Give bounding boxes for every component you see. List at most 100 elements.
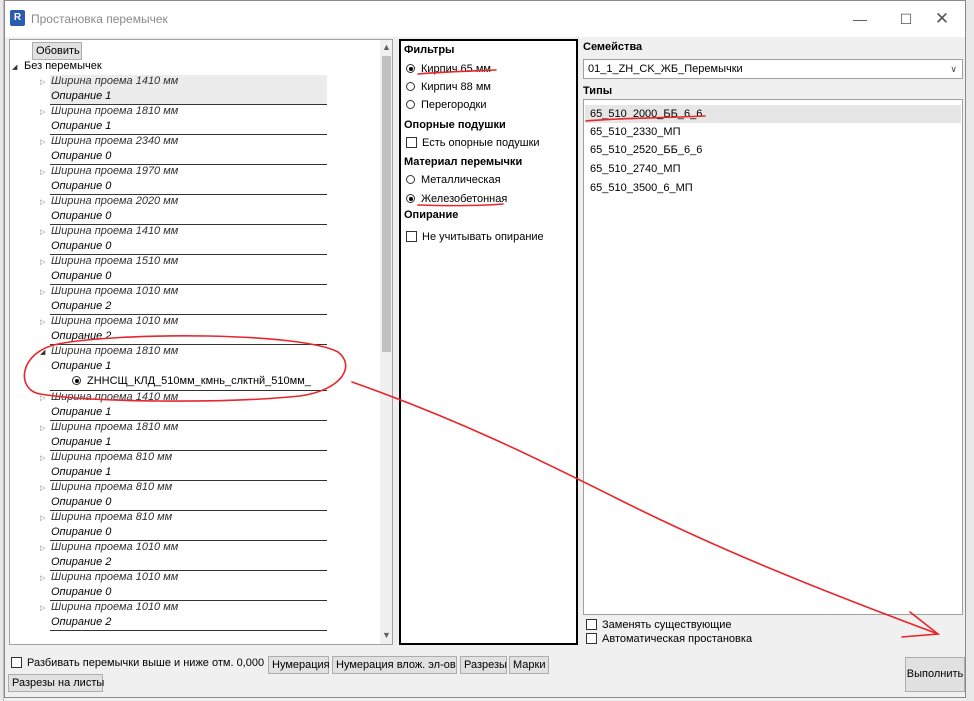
minimize-icon[interactable]: — — [837, 7, 883, 31]
lintel-family-item[interactable]: ZННСЩ_КЛД_510мм_кмнь_слктнй_510мм_ — [72, 375, 311, 387]
collapse-triangle-icon[interactable]: ◢ — [40, 348, 45, 356]
scroll-down-arrow-icon[interactable]: ▼ — [380, 630, 392, 640]
type-item[interactable]: 65_510_2740_МП — [585, 160, 961, 178]
tree-item[interactable]: ▷ Ширина проема 1010 мм Опирание 2 — [40, 541, 327, 571]
expand-triangle-icon[interactable]: ▷ — [40, 574, 45, 582]
tree-item[interactable]: ▷ Ширина проема 1010 мм Опирание 0 — [40, 571, 327, 601]
material-concrete[interactable]: Железобетонная — [406, 193, 507, 205]
checkbox-icon[interactable] — [406, 137, 417, 148]
radio-icon[interactable] — [406, 100, 415, 109]
checkbox-icon[interactable] — [11, 657, 22, 668]
filter-brick-65[interactable]: Кирпич 65 мм — [406, 63, 491, 75]
opening-width-label: Ширина проема 1510 мм — [51, 255, 179, 267]
support-label: Опирание 0 — [51, 180, 112, 192]
tree-item[interactable]: ▷ Ширина проема 2020 мм Опирание 0 — [40, 195, 327, 225]
expand-triangle-icon[interactable]: ▷ — [40, 424, 45, 432]
tree-item[interactable]: ▷ Ширина проема 1410 мм Опирание 1 — [40, 75, 327, 105]
type-item[interactable]: 65_510_3500_6_МП — [585, 179, 961, 197]
support-label: Опирание 0 — [51, 150, 112, 162]
tree-item[interactable]: ▷ Ширина проема 1970 мм Опирание 0 — [40, 165, 327, 195]
support-label: Опирание 0 — [51, 210, 112, 222]
support-label: Опирание 2 — [51, 330, 112, 342]
tree-root[interactable]: ◢ Без перемычек — [12, 60, 102, 74]
scroll-up-arrow-icon[interactable]: ▲ — [380, 42, 392, 52]
support-label: Опирание 1 — [51, 466, 112, 478]
tree-item[interactable]: ▷ Ширина проема 2340 мм Опирание 0 — [40, 135, 327, 165]
openings-tree[interactable]: Обовить ◢ Без перемычек ▷ Ширина проема 14… — [9, 39, 393, 645]
expand-triangle-icon[interactable]: ▷ — [40, 484, 45, 492]
radio-icon[interactable] — [406, 82, 415, 91]
expand-triangle-icon[interactable]: ▷ — [40, 514, 45, 522]
types-label: Типы — [583, 85, 613, 97]
tree-item[interactable]: ▷ Ширина проема 1010 мм Опирание 2 — [40, 315, 327, 345]
support-header: Опирание — [404, 209, 459, 221]
pads-checkbox[interactable]: Есть опорные подушки — [406, 137, 540, 149]
split-checkbox[interactable]: Разбивать перемычки выше и ниже отм. 0,0… — [11, 657, 264, 669]
expand-triangle-icon[interactable]: ▷ — [40, 288, 45, 296]
radio-icon[interactable] — [72, 376, 81, 385]
window-title: Простановка перемычек — [31, 12, 168, 26]
tree-item[interactable]: ▷ Ширина проема 1010 мм Опирание 2 — [40, 601, 327, 631]
opening-width-label: Ширина проема 1010 мм — [51, 601, 179, 613]
support-label: Опирание 2 — [51, 616, 112, 628]
type-item[interactable]: 65_510_2000_ББ_6_6 — [585, 105, 961, 123]
sections-to-sheets-button[interactable]: Разрезы на листы — [8, 674, 104, 692]
expand-triangle-icon[interactable]: ▷ — [40, 198, 45, 206]
filter-brick-88[interactable]: Кирпич 88 мм — [406, 81, 491, 93]
families-dropdown[interactable]: 01_1_ZH_CK_ЖБ_Перемычки ∨ — [583, 59, 963, 79]
tree-item[interactable]: ▷ Ширина проема 1810 мм Опирание 1 — [40, 105, 327, 135]
sections-button[interactable]: Разрезы — [460, 656, 507, 674]
checkbox-icon[interactable] — [586, 633, 597, 644]
type-item[interactable]: 65_510_2520_ББ_6_6 — [585, 141, 961, 159]
radio-icon[interactable] — [406, 175, 415, 184]
types-list[interactable]: 65_510_2000_ББ_6_6 65_510_2330_МП 65_510… — [583, 99, 963, 615]
support-label: Опирание 0 — [51, 270, 112, 282]
support-label: Опирание 2 — [51, 556, 112, 568]
material-metal[interactable]: Металлическая — [406, 174, 501, 186]
replace-existing-checkbox[interactable]: Заменять существующие — [586, 619, 732, 631]
expand-triangle-icon[interactable]: ▷ — [40, 228, 45, 236]
collapse-triangle-icon[interactable]: ◢ — [12, 63, 24, 71]
expand-triangle-icon[interactable]: ▷ — [40, 454, 45, 462]
numbering-button[interactable]: Нумерация — [268, 656, 330, 674]
tree-item[interactable]: ▷ Ширина проема 1810 мм Опирание 1 — [40, 421, 327, 451]
close-icon[interactable]: ✕ — [919, 7, 965, 31]
tree-item[interactable]: ▷ Ширина проема 1510 мм Опирание 0 — [40, 255, 327, 285]
opening-width-label: Ширина проема 810 мм — [51, 511, 173, 523]
support-label: Опирание 1 — [51, 90, 112, 102]
expand-triangle-icon[interactable]: ▷ — [40, 138, 45, 146]
auto-place-checkbox[interactable]: Автоматическая простановка — [586, 633, 752, 645]
type-item[interactable]: 65_510_2330_МП — [585, 123, 961, 141]
checkbox-icon[interactable] — [586, 619, 597, 630]
support-label: Опирание 1 — [51, 436, 112, 448]
expand-triangle-icon[interactable]: ▷ — [40, 394, 45, 402]
tree-item[interactable]: ▷ Ширина проема 810 мм Опирание 0 — [40, 481, 327, 511]
checkbox-icon[interactable] — [406, 231, 417, 242]
expand-triangle-icon[interactable]: ▷ — [40, 258, 45, 266]
refresh-button[interactable]: Обовить — [32, 42, 82, 60]
ignore-support-checkbox[interactable]: Не учитывать опирание — [406, 231, 544, 243]
numbering-nested-button[interactable]: Нумерация влож. эл-ов — [332, 656, 457, 674]
expand-triangle-icon[interactable]: ▷ — [40, 168, 45, 176]
radio-icon[interactable] — [406, 64, 415, 73]
tree-item[interactable]: ▷ Ширина проема 1010 мм Опирание 2 — [40, 285, 327, 315]
expand-triangle-icon[interactable]: ▷ — [40, 108, 45, 116]
expand-triangle-icon[interactable]: ▷ — [40, 544, 45, 552]
tree-item[interactable]: ▷ Ширина проема 810 мм Опирание 1 — [40, 451, 327, 481]
tree-item[interactable]: ▷ Ширина проема 1410 мм Опирание 1 — [40, 391, 327, 421]
tree-item[interactable]: ▷ Ширина проема 1410 мм Опирание 0 — [40, 225, 327, 255]
families-selected: 01_1_ZH_CK_ЖБ_Перемычки — [588, 63, 743, 75]
filter-partitions[interactable]: Перегородки — [406, 99, 487, 111]
radio-icon[interactable] — [406, 194, 415, 203]
tree-item[interactable]: ◢ Ширина проема 1810 мм Опирание 1 ZННСЩ_КЛ… — [40, 345, 327, 391]
scroll-thumb[interactable] — [382, 56, 391, 352]
run-button[interactable]: Выполнить — [905, 657, 965, 692]
tree-scrollbar[interactable]: ▲ ▼ — [380, 40, 392, 644]
expand-triangle-icon[interactable]: ▷ — [40, 78, 45, 86]
lintel-family-label: ZННСЩ_КЛД_510мм_кмнь_слктнй_510мм_ — [87, 375, 311, 387]
tree-item[interactable]: ▷ Ширина проема 810 мм Опирание 0 — [40, 511, 327, 541]
expand-triangle-icon[interactable]: ▷ — [40, 604, 45, 612]
expand-triangle-icon[interactable]: ▷ — [40, 318, 45, 326]
chevron-down-icon[interactable]: ∨ — [950, 60, 957, 78]
marks-button[interactable]: Марки — [509, 656, 549, 674]
